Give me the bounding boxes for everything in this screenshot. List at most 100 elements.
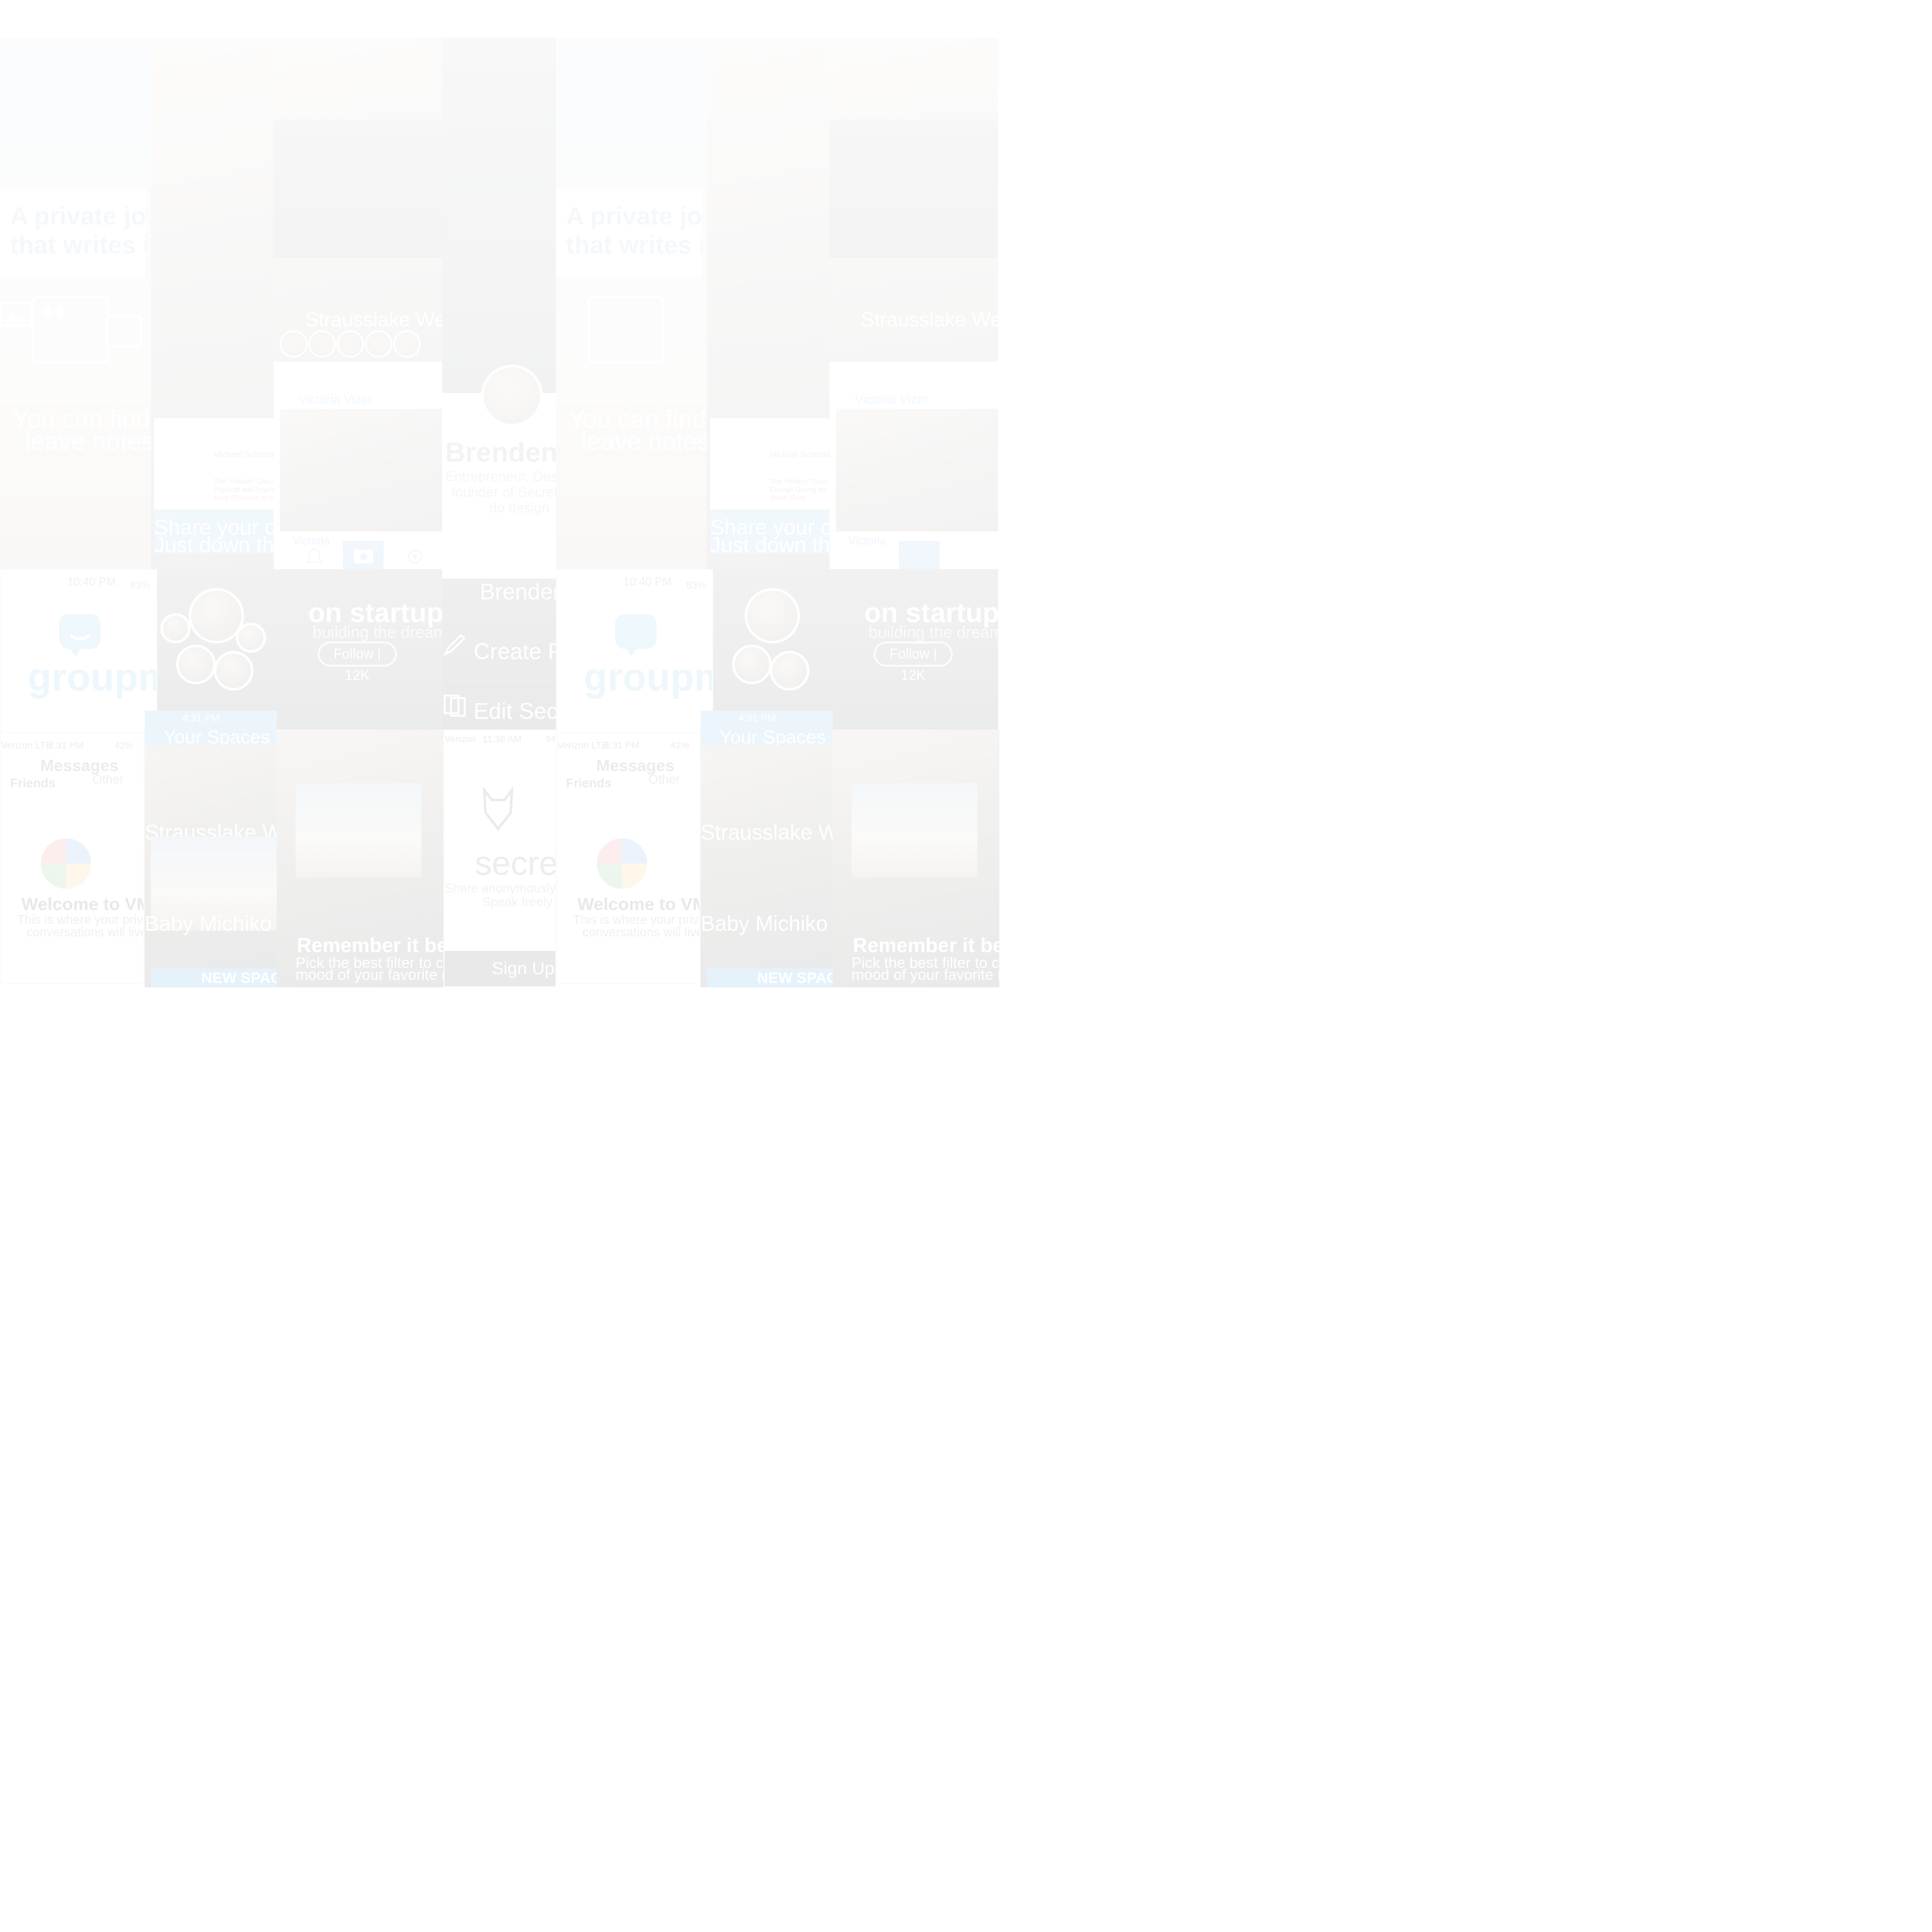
search-label[interactable]: Search — [448, 531, 516, 556]
groupme-screen: 10:40 PM 83% groupme — [0, 569, 157, 733]
welcome-title: Welcome to VMs — [21, 894, 143, 914]
tab-friends[interactable]: Friends — [566, 777, 611, 791]
follow-button[interactable]: Follow | 12K — [318, 641, 397, 683]
messages-screen: Verizon LTE 4:31 PM 42% Messages Friends… — [0, 733, 145, 984]
signup-button[interactable]: Sign Up — [492, 958, 555, 979]
friends-bubbles-screen — [157, 569, 274, 730]
profile-bio-3: do design — [489, 500, 550, 516]
filter-title: Remember it beautifully — [853, 934, 999, 957]
article-snippet-1: The "Hidden" Cost on The — [214, 478, 274, 486]
menu-item-profile[interactable]: Brenden Mullig — [480, 579, 556, 605]
groupme-time: 10:40 PM — [623, 575, 672, 588]
spaces-screen: 4:31 PM Your Spaces Strausslake Wedding … — [701, 711, 833, 987]
spaces-baby-label[interactable]: Baby Michiko — [701, 912, 828, 936]
tab-other[interactable]: Other — [648, 773, 680, 787]
secret-screen: Verizon 11:38 AM 94 secret Share anonymo… — [443, 730, 557, 987]
filter-line-2: mood of your favorite moments — [296, 967, 443, 984]
startups-screen: on startups building the dream Follow | … — [830, 569, 998, 730]
messages-carrier: Verizon LTE — [1, 740, 52, 751]
wedding-title: Strausslake Wedding — [861, 308, 998, 331]
camera-icon — [354, 550, 373, 564]
spaces-status: 4:31 PM — [182, 713, 220, 724]
messages-carrier: Verizon LTE — [557, 740, 608, 751]
article-screen: Michael Schneider The "Hidden" Cost on T… — [151, 38, 274, 572]
secret-tagline-1: Share anonymously with your friends — [445, 882, 556, 896]
wedding-title: Strausslake Wedding — [305, 308, 442, 331]
article-snippet-4: Enough During the — [770, 486, 828, 494]
startups-subtitle: building the dream — [869, 623, 998, 641]
journal-notes-2: leave notes — [581, 428, 707, 455]
feed-user-short[interactable]: Victoria — [292, 535, 330, 548]
feed-user[interactable]: Victoria Vizer — [299, 393, 372, 408]
spaces-status: 4:31 PM — [738, 713, 776, 724]
profile-avatar — [481, 365, 543, 426]
new-space-button[interactable]: NEW SPACE — [757, 970, 833, 987]
article-author: Michael Schneider — [770, 450, 830, 459]
wedding-screen: Strausslake Wedding Victoria Vizer Victo… — [274, 38, 442, 569]
journal-notes-2: leave notes — [25, 428, 151, 455]
tree-icon — [42, 303, 67, 321]
note-bubble-icon — [587, 296, 665, 364]
groupme-time: 10:40 PM — [67, 575, 116, 588]
profile-screen: Brenden Mullig Entrepreneur, Designer, E… — [442, 38, 556, 730]
journal-headline-1: A private journal — [10, 203, 146, 230]
filter-line-2: mood of your favorite moments — [852, 967, 999, 984]
filter-title: Remember it beautifully — [297, 934, 443, 957]
filter-screen: Remember it beautifully Pick the best fi… — [277, 730, 443, 987]
article-snippet-1: The "Hidden" Cost on The — [770, 478, 830, 486]
spaces-screen: 4:31 PM Your Spaces Strausslake Wedding … — [145, 711, 277, 987]
secret-tagline-2: Speak freely — [482, 896, 553, 909]
image-icon — [0, 302, 31, 327]
secret-carrier: Verizon — [445, 734, 477, 745]
chat-icon — [615, 614, 657, 657]
startups-screen: on startups building the dream Follow | … — [274, 569, 442, 730]
wedding-screen: Strausslake Wedding Victoria Vizer Victo… — [830, 38, 998, 569]
gear-icon[interactable] — [406, 547, 425, 566]
chat-icon — [597, 838, 647, 889]
messages-battery: 42% — [114, 740, 134, 751]
journal-screen: A private journal that writes itself You… — [556, 38, 707, 572]
tab-friends[interactable]: Friends — [10, 777, 55, 791]
story-line-2: Just down the cover — [710, 533, 830, 553]
welcome-title: Welcome to VMs — [577, 894, 699, 914]
feed-user-short[interactable]: Victoria — [848, 535, 886, 548]
camera-tab[interactable] — [343, 541, 384, 569]
follow-count: 12K — [345, 667, 370, 683]
article-snippet-5: Week Sleep — [770, 494, 808, 502]
journal-headline-2: that writes itself — [10, 231, 146, 259]
article-snippet-3: Back Pleasure of Not Sleep — [214, 494, 274, 502]
spaces-baby-label[interactable]: Baby Michiko — [145, 912, 272, 936]
messages-time: 4:31 PM — [48, 740, 84, 751]
filter-screen: Remember it beautifully Pick the best fi… — [833, 730, 999, 987]
groupme-logo: groupme — [28, 656, 156, 699]
feed-user[interactable]: Victoria Vizer — [855, 393, 928, 408]
bell-icon[interactable] — [305, 547, 324, 566]
story-line-2: Just down the cover — [154, 533, 274, 553]
follow-count: 12K — [901, 667, 926, 683]
spaces-title: Your Spaces — [164, 727, 270, 745]
welcome-line-2: conversations will live — [26, 926, 145, 940]
journal-screen: A private journal that writes itself You… — [0, 38, 151, 572]
camera-tab[interactable] — [899, 541, 940, 569]
startups-subtitle: building the dream — [313, 623, 442, 641]
friends-bubbles-screen — [713, 569, 830, 730]
groupme-logo: groupme — [584, 656, 712, 699]
follow-button[interactable]: Follow | 12K — [874, 641, 953, 683]
chat-icon — [59, 614, 101, 657]
article-snippet-2: Physical and Psychological — [214, 486, 274, 494]
fox-icon — [482, 787, 514, 831]
profile-bio-2: founder of Secret. Mission — [452, 484, 556, 500]
spaces-wedding-label[interactable]: Strausslake Wedding — [701, 821, 833, 845]
follow-label: Follow — [889, 646, 930, 662]
journal-headline-2: that writes itself — [566, 231, 702, 259]
follow-label: Follow — [333, 646, 374, 662]
secret-logo: secret — [475, 845, 557, 882]
menu-item-create-post[interactable]: Create Post — [474, 638, 556, 665]
tab-other[interactable]: Other — [92, 773, 124, 787]
menu-item-edit-sections[interactable]: Edit Sections — [474, 698, 556, 724]
article-author: Michael Schneider — [214, 450, 274, 459]
profile-bio-1: Entrepreneur, Designer, Engineer — [445, 469, 556, 484]
app-screenshot-collage: A private journal that writes itself You… — [0, 0, 1932, 1932]
messages-screen: Verizon LTE 4:31 PM 42% Messages Friends… — [556, 733, 701, 984]
new-space-button[interactable]: NEW SPACE — [201, 970, 277, 987]
